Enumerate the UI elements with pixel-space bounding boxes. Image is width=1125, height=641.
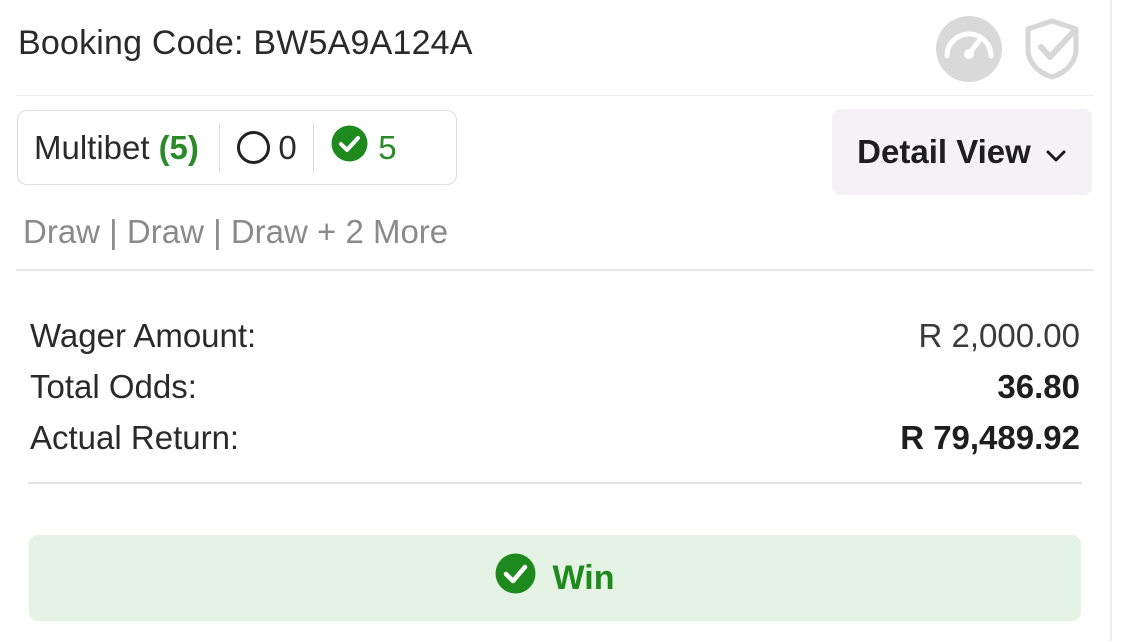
result-label: Win xyxy=(552,558,615,597)
wager-label: Wager Amount: xyxy=(30,316,257,354)
divider xyxy=(16,95,1094,96)
odds-label: Total Odds: xyxy=(30,367,197,405)
check-circle-icon xyxy=(331,125,378,170)
divider xyxy=(16,269,1094,271)
booking-code-row: Booking Code: BW5A9A124A xyxy=(18,24,473,63)
won-count: 5 xyxy=(378,128,397,166)
bet-status-summary: Multibet (5) 0 5 xyxy=(17,110,457,185)
open-selections-chip: 0 xyxy=(220,111,312,184)
won-selections-chip: 5 xyxy=(314,111,397,184)
gauge-icon[interactable] xyxy=(934,14,1004,89)
selections-summary[interactable]: Draw | Draw | Draw + 2 More xyxy=(23,213,448,251)
booking-code-value: BW5A9A124A xyxy=(253,24,473,62)
open-count: 0 xyxy=(278,128,297,166)
wager-row: Wager Amount: R 2,000.00 xyxy=(30,310,1080,361)
chevron-down-icon xyxy=(1031,133,1067,171)
top-icons xyxy=(934,14,1082,89)
result-status-bar: Win xyxy=(29,535,1081,621)
wager-value: R 2,000.00 xyxy=(918,316,1080,354)
multibet-chip: Multibet (5) xyxy=(18,111,219,184)
check-circle-icon xyxy=(495,553,552,603)
booking-code-label: Booking Code: xyxy=(18,24,244,62)
bet-type-label: Multibet xyxy=(34,128,150,166)
amount-summary: Wager Amount: R 2,000.00 Total Odds: 36.… xyxy=(30,310,1080,463)
detail-view-label: Detail View xyxy=(857,133,1031,170)
shield-check-icon[interactable] xyxy=(1022,17,1082,86)
bet-card: Booking Code: BW5A9A124A Multibet (5) 0 … xyxy=(0,0,1112,641)
return-value: R 79,489.92 xyxy=(900,418,1080,456)
open-circle-icon xyxy=(237,131,271,164)
odds-value: 36.80 xyxy=(997,367,1080,405)
return-label: Actual Return: xyxy=(30,418,240,456)
bet-type-count: (5) xyxy=(158,128,199,166)
return-row: Actual Return: R 79,489.92 xyxy=(30,412,1080,463)
detail-view-dropdown[interactable]: Detail View xyxy=(832,109,1092,195)
odds-row: Total Odds: 36.80 xyxy=(30,361,1080,412)
divider xyxy=(28,482,1082,484)
